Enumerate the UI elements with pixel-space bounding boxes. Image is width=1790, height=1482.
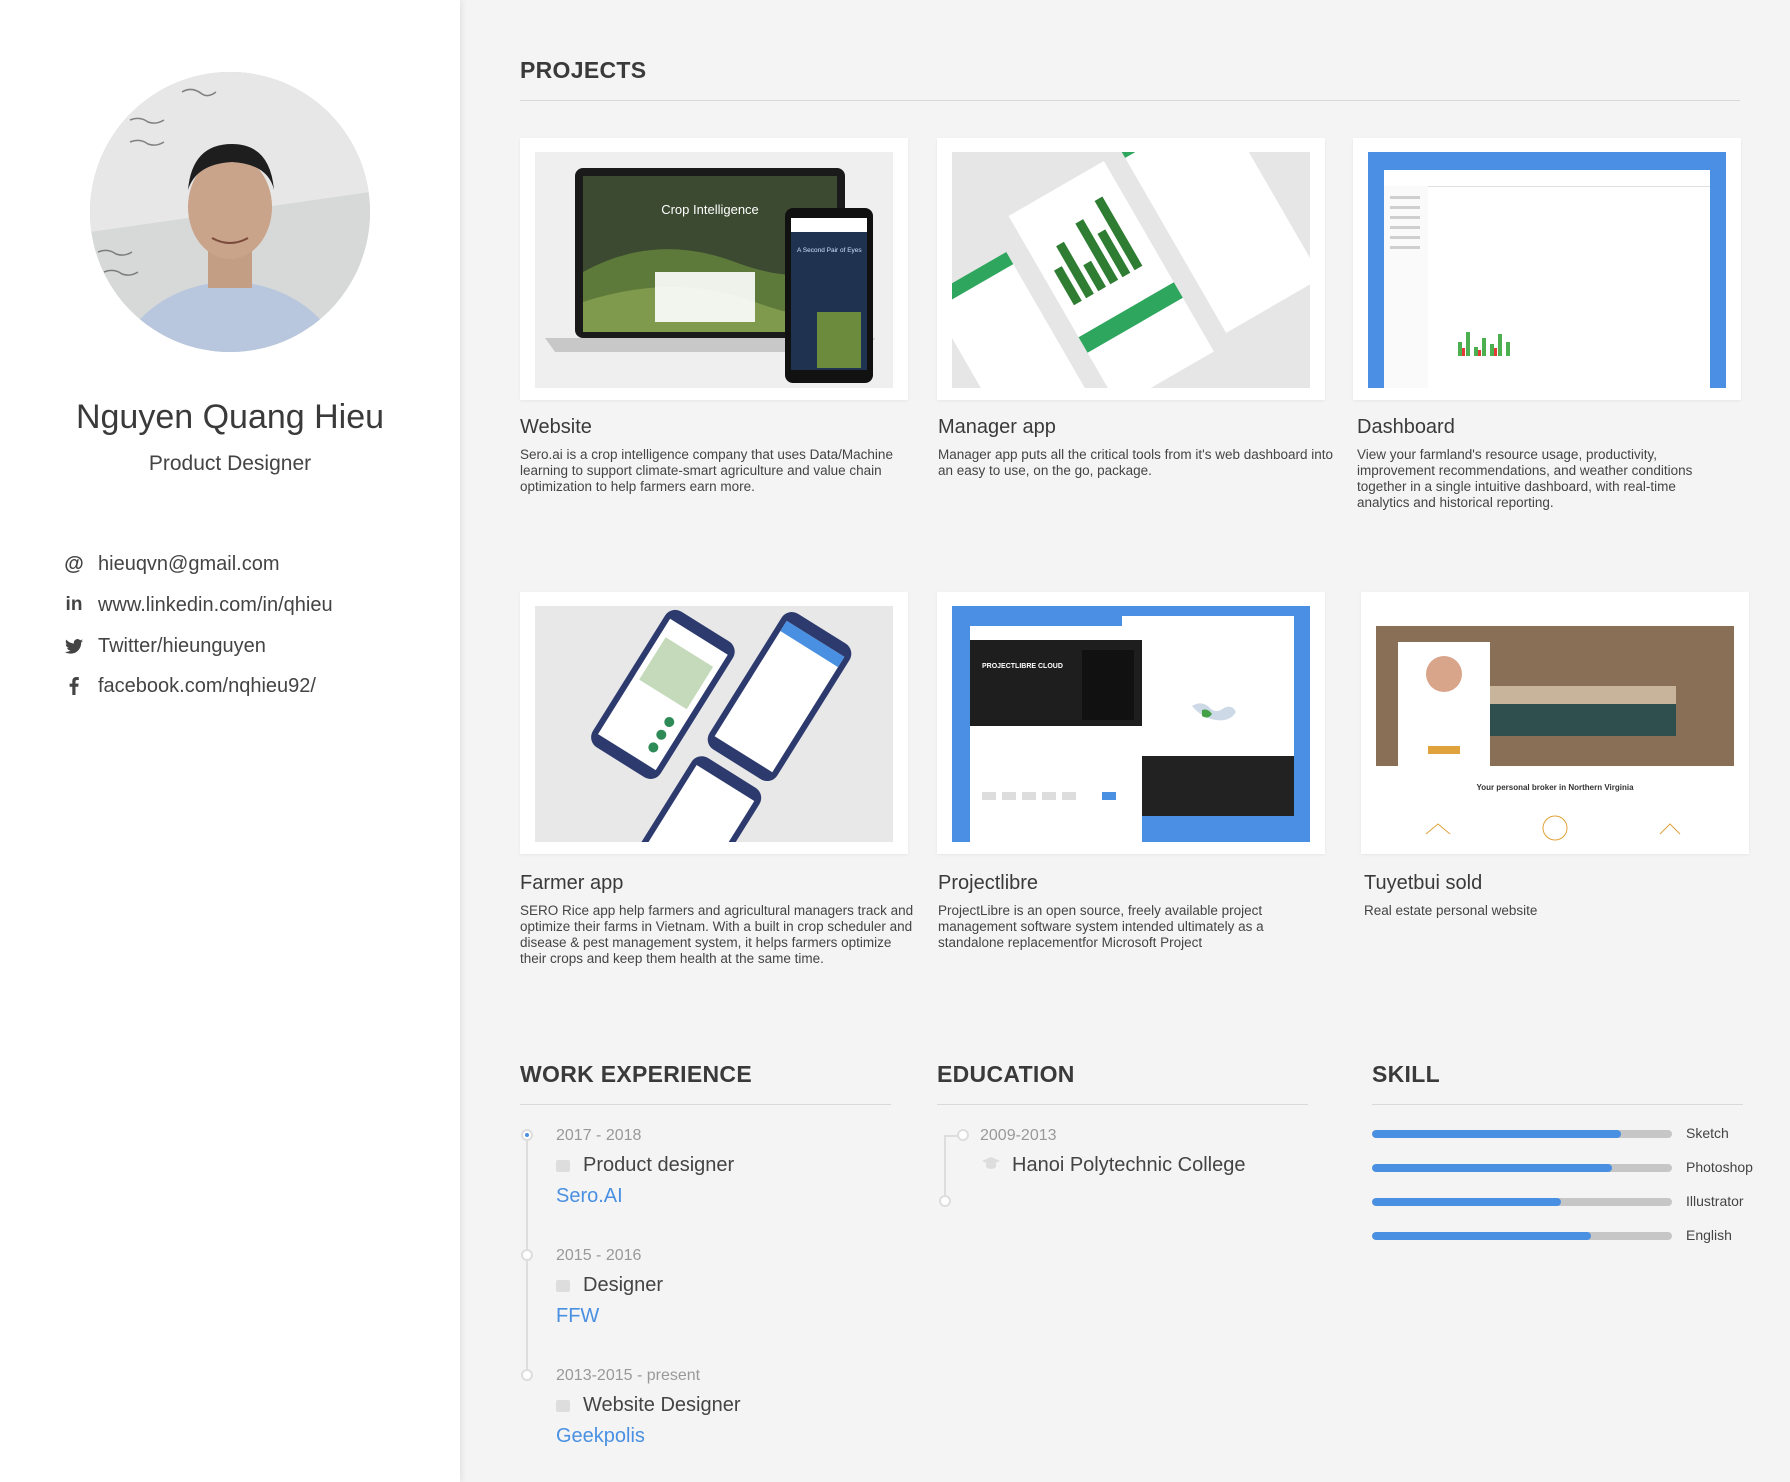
project-desc-farmer-app: SERO Rice app help farmers and agricultu… <box>520 903 914 966</box>
work-company-link[interactable]: FFW <box>556 1305 599 1328</box>
project-card-website[interactable]: Crop Intelligence A Second Pair of Eyes <box>520 138 908 400</box>
education-school-text: Hanoi Polytechnic College <box>1012 1154 1246 1176</box>
skill-label: Illustrator <box>1686 1193 1744 1209</box>
project-desc-dashboard: View your farmland's resource usage, pro… <box>1357 447 1693 510</box>
work-date: 2013-2015 - present <box>556 1367 701 1384</box>
project-card-farmer-app[interactable] <box>520 592 908 854</box>
project-card-manager-app[interactable] <box>937 138 1325 400</box>
thumb-heading-text: Your personal broker in Northern Virgini… <box>1476 783 1634 792</box>
project-desc-projectlibre: ProjectLibre is an open source, freely a… <box>938 903 1264 950</box>
work-role-text: Designer <box>583 1274 664 1296</box>
work-role: Website Designer <box>556 1394 740 1417</box>
briefcase-icon <box>556 1279 570 1292</box>
project-title-projectlibre[interactable]: Projectlibre <box>938 872 1038 895</box>
main-content: PROJECTS Crop Intelligence A Second Pair… <box>460 0 1790 1482</box>
facebook-icon <box>62 674 86 698</box>
skills-title: SKILL <box>1372 1061 1440 1087</box>
contact-email-text: hieuqvn@gmail.com <box>98 552 280 575</box>
work-title: WORK EXPERIENCE <box>520 1061 752 1087</box>
projects-title: PROJECTS <box>520 57 647 83</box>
project-desc-tuyetbui: Real estate personal website <box>1364 903 1538 918</box>
contact-linkedin-text: www.linkedin.com/in/qhieu <box>98 593 333 616</box>
project-title-website[interactable]: Website <box>520 416 592 439</box>
education-divider <box>937 1104 1308 1105</box>
contact-linkedin[interactable]: in www.linkedin.com/in/qhieu <box>62 590 333 620</box>
education-timeline-connector <box>944 1135 958 1137</box>
project-desc-website: Sero.ai is a crop intelligence company t… <box>520 447 893 494</box>
project-thumb-farmer-app <box>535 606 893 842</box>
skill-bar-fill <box>1372 1164 1612 1172</box>
project-card-projectlibre[interactable]: PROJECTLIBRE CLOUD <box>937 592 1325 854</box>
work-divider <box>520 1104 891 1105</box>
project-thumb-tuyetbui: Your personal broker in Northern Virgini… <box>1376 606 1734 842</box>
skill-bar-fill <box>1372 1232 1591 1240</box>
thumb-sub-text: A Second Pair of Eyes <box>797 247 862 254</box>
work-date: 2017 - 2018 <box>556 1127 642 1144</box>
thumb-heading-text: Crop Intelligence <box>661 202 759 217</box>
graduation-cap-icon <box>982 1154 1000 1177</box>
profile-role: Product Designer <box>148 452 312 475</box>
skills-divider <box>1372 1104 1743 1105</box>
linkedin-icon: in <box>65 594 83 615</box>
project-title-tuyetbui[interactable]: Tuyetbui sold <box>1364 872 1482 895</box>
work-role-text: Product designer <box>583 1154 735 1176</box>
education-school: Hanoi Polytechnic College <box>982 1154 1245 1177</box>
skill-bar-fill <box>1372 1198 1561 1206</box>
projects-divider <box>520 100 1740 101</box>
skill-bar-photoshop <box>1372 1164 1672 1172</box>
work-role-text: Website Designer <box>583 1394 741 1416</box>
project-thumb-projectlibre: PROJECTLIBRE CLOUD <box>952 606 1310 842</box>
skill-label: Sketch <box>1686 1125 1729 1141</box>
work-company-link[interactable]: Sero.AI <box>556 1185 623 1208</box>
timeline-dot <box>939 1195 951 1207</box>
avatar <box>90 72 370 352</box>
briefcase-icon <box>556 1399 570 1412</box>
project-desc-manager-app: Manager app puts all the critical tools … <box>938 447 1334 478</box>
work-date: 2015 - 2016 <box>556 1247 642 1264</box>
skill-label: Photoshop <box>1686 1159 1753 1175</box>
profile-sidebar: Nguyen Quang Hieu Product Designer @ hie… <box>0 0 460 1482</box>
project-thumb-dashboard <box>1368 152 1726 388</box>
skill-label: English <box>1686 1227 1732 1243</box>
education-date: 2009-2013 <box>980 1127 1057 1144</box>
contact-email[interactable]: @ hieuqvn@gmail.com <box>62 549 280 579</box>
project-card-tuyetbui[interactable]: Your personal broker in Northern Virgini… <box>1361 592 1749 854</box>
project-thumb-manager-app <box>952 152 1310 388</box>
briefcase-icon <box>556 1159 570 1172</box>
timeline-dot <box>521 1369 533 1381</box>
project-title-dashboard[interactable]: Dashboard <box>1357 416 1455 439</box>
contact-facebook-text: facebook.com/nqhieu92/ <box>98 674 316 697</box>
work-company-link[interactable]: Geekpolis <box>556 1425 645 1448</box>
twitter-icon <box>62 634 86 658</box>
project-title-farmer-app[interactable]: Farmer app <box>520 872 623 895</box>
project-title-manager-app[interactable]: Manager app <box>938 416 1056 439</box>
contact-twitter[interactable]: Twitter/hieunguyen <box>62 631 266 661</box>
timeline-dot <box>957 1129 969 1141</box>
education-title: EDUCATION <box>937 1061 1075 1087</box>
skill-bar-english <box>1372 1232 1672 1240</box>
work-role: Designer <box>556 1274 663 1297</box>
thumb-heading-text: PROJECTLIBRE CLOUD <box>982 663 1063 670</box>
project-card-dashboard[interactable] <box>1353 138 1741 400</box>
skill-bar-illustrator <box>1372 1198 1672 1206</box>
at-icon: @ <box>64 552 84 575</box>
profile-name: Nguyen Quang Hieu <box>75 398 385 436</box>
skill-bar-sketch <box>1372 1130 1672 1138</box>
project-thumb-website: Crop Intelligence A Second Pair of Eyes <box>535 152 893 388</box>
education-timeline-line <box>944 1135 946 1201</box>
timeline-dot-active <box>521 1129 533 1141</box>
skill-bar-fill <box>1372 1130 1621 1138</box>
contact-facebook[interactable]: facebook.com/nqhieu92/ <box>62 671 316 701</box>
contact-twitter-text: Twitter/hieunguyen <box>98 634 266 657</box>
timeline-dot <box>521 1249 533 1261</box>
work-role: Product designer <box>556 1154 734 1177</box>
